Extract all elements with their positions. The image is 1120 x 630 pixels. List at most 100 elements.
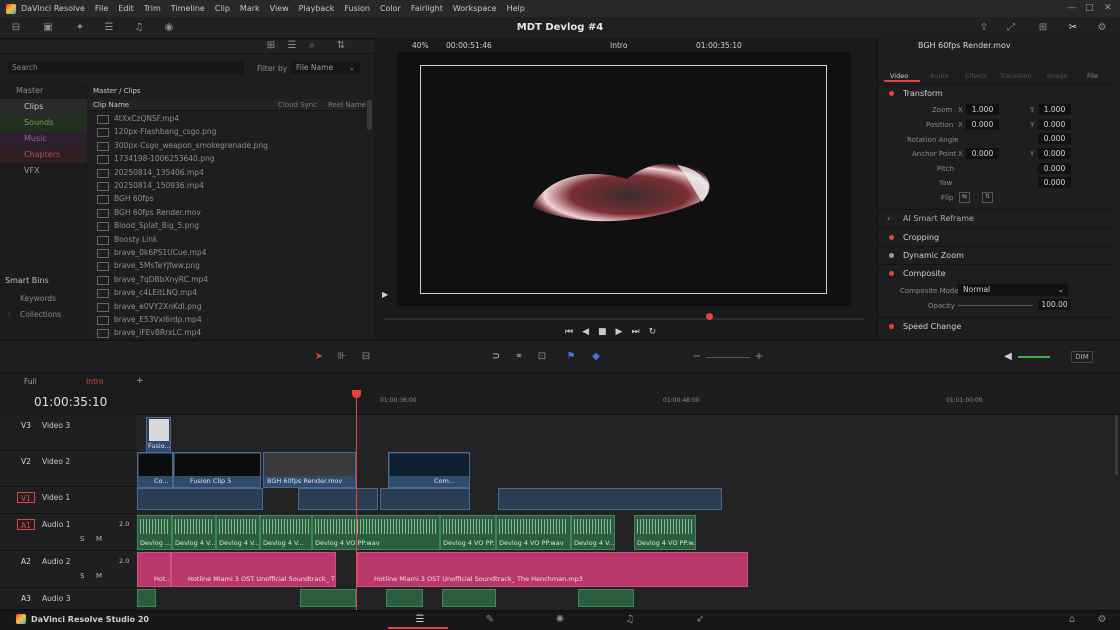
music-clip[interactable]: Hotline Miami 3 OST Unofficial Soundtrac… — [171, 552, 336, 587]
grid-view-icon[interactable]: ⊞ — [265, 40, 277, 52]
mute-button[interactable]: M — [96, 535, 102, 543]
section-composite[interactable]: Composite — [879, 264, 1113, 281]
yaw-field[interactable]: 0.000 — [1038, 177, 1071, 188]
audio-clip[interactable] — [300, 589, 356, 607]
position-y-field[interactable]: 0.000 — [1038, 119, 1071, 130]
edit-index-icon[interactable]: ☰ — [103, 22, 115, 34]
position-x-field[interactable]: 0.000 — [966, 119, 999, 130]
blade-tool-icon[interactable]: ⊟ — [360, 351, 372, 363]
search-icon[interactable]: ⌕ — [306, 40, 318, 52]
inspector-toggle-icon[interactable]: ✂ — [1067, 22, 1079, 34]
video-clip[interactable]: Com... — [388, 452, 470, 488]
video-clip[interactable]: Fusio... — [146, 417, 171, 453]
clip-list-item[interactable]: brave_iFEvBRrxLC.mp4 — [89, 326, 364, 339]
export-icon[interactable]: ⇪ — [978, 22, 990, 34]
menu-color[interactable]: Color — [380, 4, 401, 13]
add-timeline-icon[interactable]: + — [136, 376, 144, 386]
audio-clip[interactable]: Devlog 4 V... — [571, 515, 615, 550]
clip-list-item[interactable]: BGH 60fps — [89, 192, 364, 205]
clip-list-item[interactable]: 20250814_150936.mp4 — [89, 179, 364, 192]
zoom-x-field[interactable]: 1.000 — [966, 104, 999, 115]
viewer-canvas[interactable]: ▶ — [382, 52, 851, 306]
clip-list-item[interactable]: 20250814_135406.mp4 — [89, 166, 364, 179]
clip-list-scrollbar[interactable] — [367, 100, 372, 130]
flip-vertical-icon[interactable]: ⇅ — [982, 192, 993, 203]
bin-clips[interactable]: Clips — [0, 99, 87, 115]
bin-chapters[interactable]: Chapters — [0, 147, 87, 163]
section-speed-change[interactable]: Speed Change — [879, 317, 1113, 334]
flag-icon[interactable]: ⚑ — [565, 351, 577, 363]
track-header-a1[interactable]: A1 Audio 1 2.0 S M — [0, 514, 136, 551]
clip-list-item[interactable]: brave_5MsTeYJfww.png — [89, 259, 364, 272]
media-icon[interactable]: ▣ — [42, 22, 54, 34]
section-ai-reframe[interactable]: › AI Smart Reframe — [879, 209, 1113, 226]
edit-page-icon[interactable]: ☰ — [413, 614, 427, 626]
menu-help[interactable]: Help — [507, 4, 525, 13]
music-clip[interactable]: Hotline Miami 3 OST Unofficial Soundtrac… — [357, 552, 748, 587]
deliver-page-icon[interactable]: ➶ — [693, 614, 707, 626]
video-clip[interactable] — [498, 488, 722, 510]
tab-full[interactable]: Full — [24, 377, 37, 386]
list-view-icon[interactable]: ☰ — [286, 40, 298, 52]
menu-trim[interactable]: Trim — [144, 4, 161, 13]
audio-clip[interactable]: Devlog ... — [137, 515, 172, 550]
clip-list-item[interactable]: 120px-Flashbang_csgo.png — [89, 125, 364, 138]
timeline-scrollbar[interactable] — [1115, 415, 1118, 475]
video-clip[interactable] — [137, 488, 263, 510]
trim-tool-icon[interactable]: ⊪ — [336, 351, 348, 363]
menu-fairlight[interactable]: Fairlight — [411, 4, 443, 13]
pitch-field[interactable]: 0.000 — [1038, 163, 1071, 174]
audio-clip[interactable]: Devlog 4 V... — [216, 515, 260, 550]
fairlight-page-icon[interactable]: ♫ — [623, 614, 637, 626]
clip-list-item[interactable]: brave_0k6PS1UCue.mp4 — [89, 246, 364, 259]
selection-tool-icon[interactable]: ➤ — [313, 351, 325, 363]
audio-clip[interactable]: Devlog 4 V... — [260, 515, 312, 550]
menu-workspace[interactable]: Workspace — [453, 4, 497, 13]
fullscreen-icon[interactable]: ⤢ — [1005, 22, 1017, 34]
volume-icon[interactable]: ◀ — [1002, 351, 1014, 363]
bin-vfx[interactable]: VFX — [0, 163, 87, 179]
col-cloud-sync[interactable]: Cloud Sync — [278, 101, 317, 109]
clip-list-item[interactable]: Blood_Splat_Big_5.png — [89, 219, 364, 232]
tab-image[interactable]: Image — [1047, 72, 1067, 80]
track-header-v3[interactable]: V3 Video 3 — [0, 415, 136, 451]
maximize-icon[interactable]: □ — [1085, 3, 1094, 13]
video-clip[interactable] — [380, 488, 470, 510]
playhead-handle[interactable] — [352, 390, 361, 398]
opacity-slider[interactable] — [958, 305, 1033, 306]
menu-mark[interactable]: Mark — [240, 4, 260, 13]
track-header-a3[interactable]: A3 Audio 3 — [0, 588, 136, 610]
menu-edit[interactable]: Edit — [118, 4, 134, 13]
anchor-y-field[interactable]: 0.000 — [1038, 148, 1071, 159]
bin-music[interactable]: Music — [0, 131, 87, 147]
audio-clip[interactable]: Devlog 4 VO PP... — [440, 515, 496, 550]
metadata-icon[interactable]: ◉ — [163, 22, 175, 34]
tab-audio[interactable]: Audio — [930, 72, 948, 80]
rotation-field[interactable]: 0.000 — [1038, 133, 1071, 144]
viewer-playhead[interactable] — [706, 313, 713, 320]
video-clip[interactable]: Co... — [137, 452, 173, 488]
clip-list-item[interactable]: brave_7qDBbXnyRC.mp4 — [89, 273, 364, 286]
section-cropping[interactable]: Cropping — [879, 228, 1113, 245]
timeline-selector[interactable]: Intro — [610, 41, 627, 50]
zoom-out-icon[interactable]: − — [691, 351, 703, 363]
sort-icon[interactable]: ⇅ — [335, 40, 347, 52]
volume-slider[interactable] — [1018, 356, 1050, 358]
clip-list-item[interactable]: brave_E53Vxl6rdp.mp4 — [89, 313, 364, 326]
audio-clip[interactable] — [386, 589, 423, 607]
mixer-icon[interactable]: ⊞ — [1037, 22, 1049, 34]
smart-bin-collections[interactable]: Collections — [20, 310, 61, 319]
video-clip[interactable]: Fusion Clip 5 — [173, 452, 261, 488]
audio-clip[interactable]: Devlog 4 VO PP.wav — [312, 515, 440, 550]
lock-icon[interactable]: ⊡ — [536, 351, 548, 363]
dim-button[interactable]: DIM — [1071, 351, 1093, 363]
fusion-page-icon[interactable]: ✎ — [483, 614, 497, 626]
tab-video[interactable]: Video — [890, 72, 908, 80]
tab-intro[interactable]: Intro — [86, 377, 103, 386]
filter-select[interactable]: File Name ⌄ — [291, 61, 360, 74]
mute-button[interactable]: M — [96, 572, 102, 580]
chevron-right-icon[interactable]: › — [8, 310, 11, 318]
effects-icon[interactable]: ✦ — [74, 22, 86, 34]
search-input[interactable]: Search — [8, 61, 244, 74]
home-icon[interactable]: ⌂ — [1065, 614, 1079, 626]
